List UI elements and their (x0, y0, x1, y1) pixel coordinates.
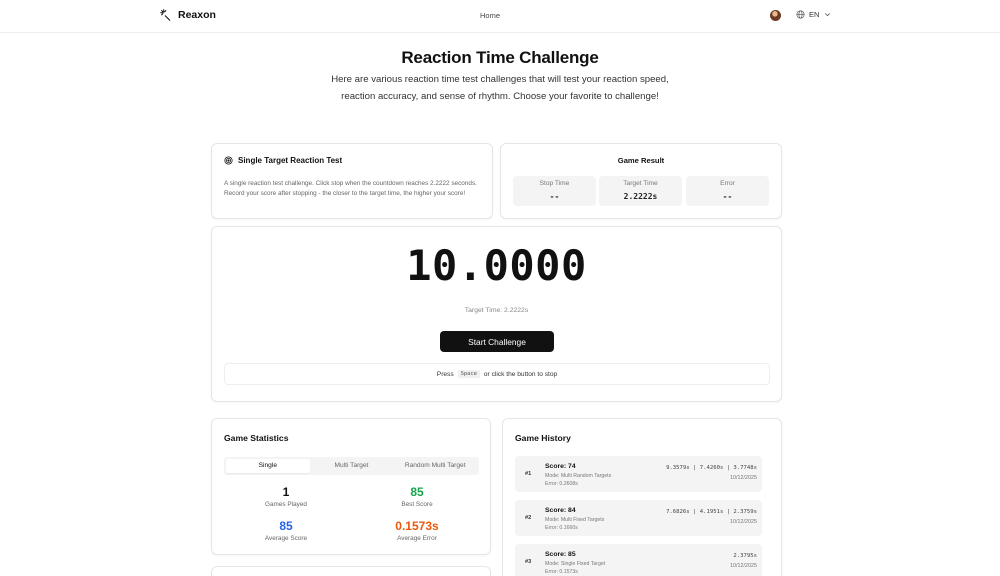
target-icon (224, 156, 233, 165)
magic-wand-icon (160, 9, 171, 21)
history-score: Score: 84 (545, 507, 576, 514)
best-score-stat: 85 Best Score (357, 485, 477, 508)
test-info-card: Single Target Reaction Test A single rea… (211, 143, 493, 219)
page-description: Here are various reaction time test chal… (331, 74, 669, 102)
keyboard-hint: Press Space or click the button to stop (224, 363, 770, 385)
brand-name: Reaxon (178, 9, 216, 21)
test-info-heading: Single Target Reaction Test (224, 156, 342, 165)
nav-home-link[interactable]: Home (480, 11, 500, 20)
history-date: 10/12/2025 (730, 563, 757, 569)
history-mode: Mode: Multi Fixed Targets (545, 517, 605, 523)
history-date: 10/12/2025 (730, 519, 757, 525)
stat-value: 85 (410, 485, 424, 499)
page-title: Reaction Time Challenge (401, 48, 599, 67)
game-result-card: Game Result Stop Time -- Target Time 2.2… (500, 143, 782, 219)
history-score: Score: 85 (545, 551, 576, 558)
game-statistics-card: Game Statistics Single Multi Target Rand… (211, 418, 491, 555)
target-time-label: Target Time: 2.2222s (464, 307, 529, 314)
language-label: EN (809, 10, 820, 19)
statistics-tabs: Single Multi Target Random Multi Target (224, 457, 479, 475)
avatar[interactable] (770, 10, 781, 21)
top-navbar: Reaxon Home EN (0, 0, 1000, 33)
history-times: 9.3579s | 7.4260s | 3.7748s (666, 465, 757, 471)
timer-card: 10.0000 Target Time: 2.2222s Start Chall… (211, 226, 782, 402)
game-history-card: Game History #1 Score: 74 Mode: Multi Ra… (502, 418, 782, 576)
hint-prefix: Press (436, 370, 454, 378)
history-rank: #3 (525, 559, 532, 565)
test-info-description: A single reaction test challenge. Click … (224, 180, 477, 197)
history-error: Error: 0.2608s (545, 481, 578, 487)
history-item[interactable]: #3 Score: 85 Mode: Single Fixed Target E… (515, 544, 762, 576)
metric-value: -- (722, 192, 733, 201)
history-date: 10/12/2025 (730, 475, 757, 481)
tab-multi-target[interactable]: Multi Target (310, 459, 394, 473)
history-score: Score: 74 (545, 463, 576, 470)
stat-label: Games Played (265, 501, 307, 508)
stop-time-metric: Stop Time -- (513, 176, 596, 206)
brand-logo[interactable]: Reaxon (160, 9, 216, 21)
additional-card (211, 566, 491, 576)
game-statistics-title: Game Statistics (224, 433, 289, 443)
hint-suffix: or click the button to stop (483, 370, 558, 378)
history-error: Error: 0.1573s (545, 569, 578, 575)
game-history-title: Game History (515, 433, 571, 443)
history-mode: Mode: Multi Random Targets (545, 473, 612, 479)
globe-icon (796, 10, 805, 19)
metric-value: 2.2222s (623, 192, 658, 201)
stat-value: 85 (279, 519, 293, 533)
stat-label: Average Error (397, 535, 437, 542)
metric-label: Error (720, 180, 735, 187)
start-challenge-button[interactable]: Start Challenge (440, 331, 554, 352)
tab-random-multi-target[interactable]: Random Multi Target (393, 459, 477, 473)
games-played-stat: 1 Games Played (226, 485, 346, 508)
average-error-stat: 0.1573s Average Error (357, 519, 477, 542)
history-item[interactable]: #2 Score: 84 Mode: Multi Fixed Targets E… (515, 500, 762, 536)
language-selector[interactable]: EN (796, 10, 832, 19)
stat-label: Average Score (264, 535, 308, 542)
history-rank: #1 (525, 471, 532, 477)
history-mode: Mode: Single Fixed Target (545, 561, 606, 567)
metric-value: -- (549, 192, 560, 201)
stat-label: Best Score (401, 501, 433, 508)
history-rank: #2 (525, 515, 532, 521)
test-info-title: Single Target Reaction Test (238, 156, 343, 165)
metric-label: Stop Time (539, 180, 570, 187)
stat-value: 1 (282, 485, 290, 499)
history-times: 2.3795s (733, 553, 757, 559)
error-metric: Error -- (686, 176, 769, 206)
metric-label: Target Time (623, 180, 658, 187)
space-key-badge: Space (457, 370, 480, 378)
history-times: 7.6826s | 4.1951s | 2.3759s (666, 509, 757, 515)
history-item[interactable]: #1 Score: 74 Mode: Multi Random Targets … (515, 456, 762, 492)
target-time-metric: Target Time 2.2222s (599, 176, 682, 206)
stat-value: 0.1573s (395, 519, 439, 533)
game-result-title: Game Result (617, 156, 665, 165)
tab-single[interactable]: Single (226, 459, 310, 473)
average-score-stat: 85 Average Score (226, 519, 346, 542)
countdown-display: 10.0000 (406, 241, 587, 290)
history-error: Error: 0.1660s (545, 525, 578, 531)
chevron-down-icon (825, 13, 831, 17)
